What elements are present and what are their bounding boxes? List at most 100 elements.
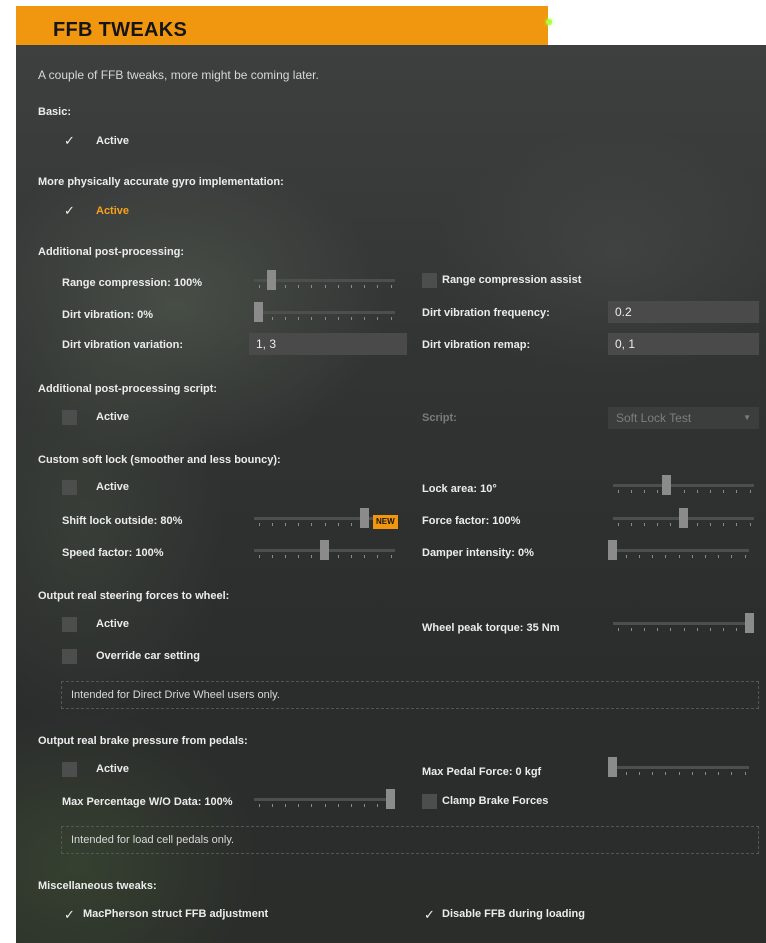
script-dropdown[interactable]: Soft Lock Test ▼ [608,407,759,429]
slider-tick [626,555,627,558]
slider-tick [338,555,339,558]
range-compression-assist-checkbox[interactable]: ✓ [422,273,437,288]
slider-tick [298,317,299,320]
range-compression-label: Range compression: 100% [62,277,202,289]
title-bar[interactable]: FFB TWEAKS [16,6,552,45]
steering-active-checkbox[interactable]: ✓ [62,617,77,632]
slider-tick [311,523,312,526]
slider-track [613,622,754,625]
slider-tick [272,523,273,526]
slider-tick [311,555,312,558]
clamp-brake-forces-label: Clamp Brake Forces [442,795,549,807]
slider-thumb[interactable] [320,540,329,560]
dirt-vibration-slider[interactable] [254,302,395,322]
slider-tick [325,317,326,320]
slider-tick [377,285,378,288]
slider-tick [731,772,732,775]
pp-script-active-label: Active [96,411,130,423]
slider-tick [272,555,273,558]
dirt-vibration-remap-input[interactable]: 0, 1 [608,333,759,355]
dirt-vibration-label: Dirt vibration: 0% [62,309,154,321]
slider-tick [391,285,392,288]
slider-tick [745,555,746,558]
dirt-vibration-frequency-label: Dirt vibration frequency: [422,307,550,319]
slider-tick [364,285,365,288]
slider-thumb[interactable] [679,508,688,528]
lock-area-slider[interactable] [613,475,754,495]
slider-tick [684,628,685,631]
slider-track [254,798,395,801]
slider-tick [710,523,711,526]
slider-tick [684,490,685,493]
disable-ffb-loading-checkbox[interactable]: ✓ [422,907,437,922]
slider-tick [618,523,619,526]
slider-tick [351,523,352,526]
slider-thumb[interactable] [608,757,617,777]
clamp-brake-forces-checkbox[interactable]: ✓ [422,794,437,809]
slider-tick [639,555,640,558]
slider-tick [325,285,326,288]
slider-tick [631,523,632,526]
slider-tick [718,555,719,558]
section-header-postprocessing: Additional post-processing: [38,246,185,258]
slider-tick [311,285,312,288]
slider-tick [665,772,666,775]
wheel-peak-torque-slider[interactable] [613,613,754,633]
force-factor-label: Force factor: 100% [422,515,521,527]
slider-tick [391,555,392,558]
slider-thumb[interactable] [360,508,369,528]
slider-thumb[interactable] [608,540,617,560]
steering-note: Intended for Direct Drive Wheel users on… [61,681,759,709]
slider-tick [298,804,299,807]
section-header-gyro: More physically accurate gyro implementa… [38,176,284,188]
slider-tick [697,628,698,631]
slider-tick [723,523,724,526]
slider-thumb[interactable] [745,613,754,633]
slider-thumb[interactable] [386,789,395,809]
max-percentage-slider[interactable] [254,789,395,809]
slider-thumb[interactable] [254,302,263,322]
basic-active-label: Active [96,135,130,147]
slider-tick [311,804,312,807]
range-compression-slider[interactable] [254,270,395,290]
brake-active-checkbox[interactable]: ✓ [62,762,77,777]
slider-tick [679,772,680,775]
speed-factor-slider[interactable] [254,540,395,560]
slider-tick [710,628,711,631]
slider-tick [657,628,658,631]
slider-tick [697,490,698,493]
damper-intensity-slider[interactable] [608,540,749,560]
max-percentage-label: Max Percentage W/O Data: 100% [62,796,233,808]
slider-tick [652,772,653,775]
dirt-vibration-variation-input[interactable]: 1, 3 [249,333,407,355]
slider-tick [665,555,666,558]
slider-tick [736,490,737,493]
slider-tick [736,523,737,526]
new-badge: NEW [373,515,398,529]
dirt-vibration-frequency-input[interactable]: 0.2 [608,301,759,323]
slider-tick [285,285,286,288]
slider-tick [692,772,693,775]
override-car-setting-label: Override car setting [96,650,200,662]
slider-thumb[interactable] [662,475,671,495]
softlock-active-checkbox[interactable]: ✓ [62,480,77,495]
slider-tick [631,628,632,631]
override-car-setting-checkbox[interactable]: ✓ [62,649,77,664]
status-indicator [546,19,552,25]
slider-tick [338,285,339,288]
slider-tick [750,490,751,493]
slider-track [254,311,395,314]
macpherson-checkbox[interactable]: ✓ [62,907,77,922]
slider-tick [298,523,299,526]
pp-script-active-checkbox[interactable]: ✓ [62,410,77,425]
slider-thumb[interactable] [267,270,276,290]
page-description: A couple of FFB tweaks, more might be co… [38,68,319,82]
gyro-active-checkbox[interactable]: ✓ [62,203,77,218]
slider-tick [644,523,645,526]
max-pedal-force-slider[interactable] [608,757,749,777]
slider-tick [298,555,299,558]
section-header-pp-script: Additional post-processing script: [38,383,218,395]
force-factor-slider[interactable] [613,508,754,528]
basic-active-checkbox[interactable]: ✓ [62,133,77,148]
slider-tick [723,490,724,493]
